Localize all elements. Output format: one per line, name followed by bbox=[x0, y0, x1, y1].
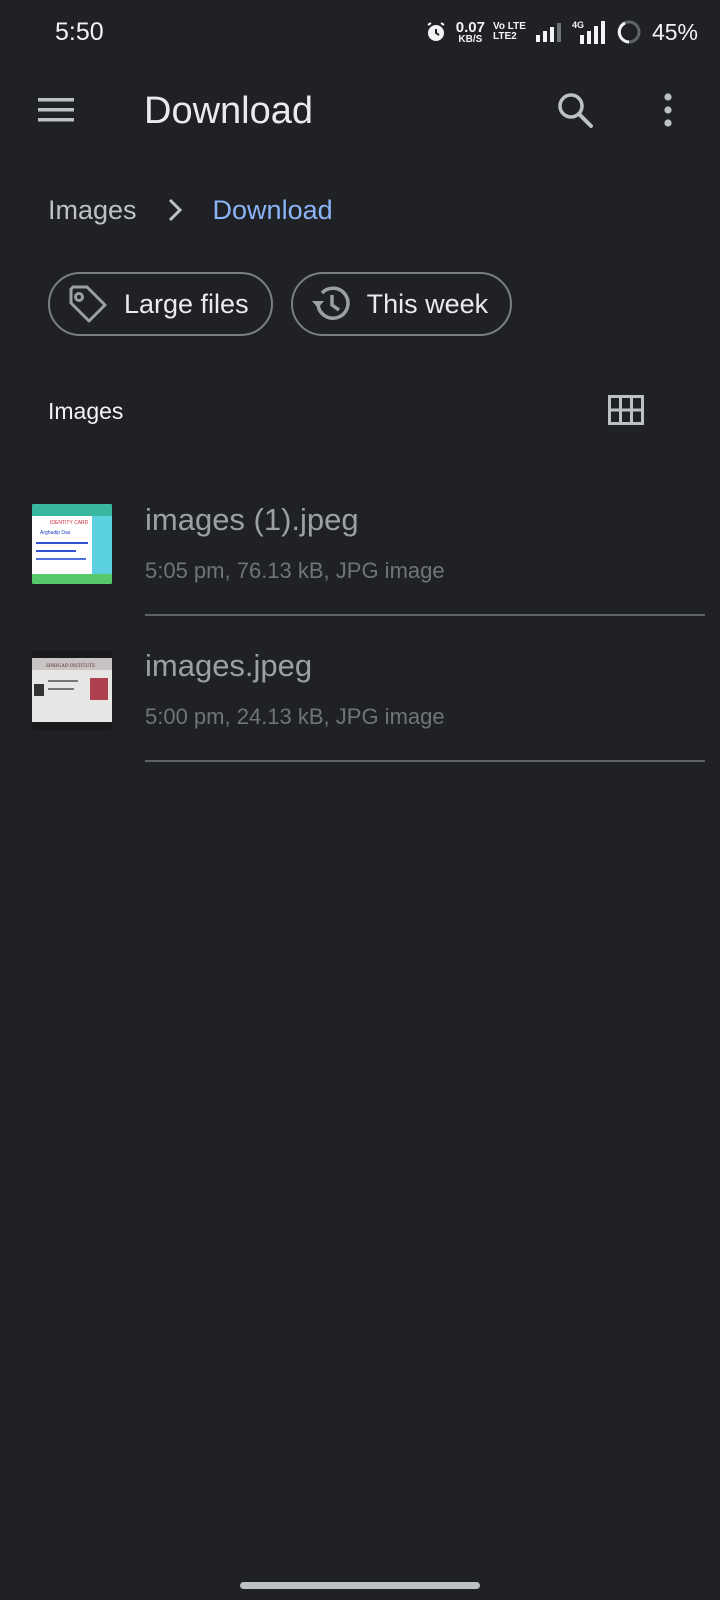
list-item[interactable]: SINHGAD INSTITUTE images.jpeg 5:00 pm, 2… bbox=[0, 648, 720, 796]
status-icons: 0.07 KB/S Vo LTE LTE2 4G 45% bbox=[424, 14, 698, 50]
svg-text:4G: 4G bbox=[572, 20, 584, 30]
chip-large-files[interactable]: Large files bbox=[48, 272, 273, 336]
filter-chips: Large files This week bbox=[48, 272, 513, 336]
menu-button[interactable] bbox=[26, 84, 86, 140]
section-title: Images bbox=[48, 398, 124, 424]
volte-bottom: LTE2 bbox=[492, 31, 517, 42]
divider bbox=[145, 614, 705, 616]
breadcrumb-images[interactable]: Images bbox=[48, 195, 137, 226]
chip-label: This week bbox=[366, 288, 489, 319]
chevron-right-icon bbox=[137, 197, 213, 223]
grid-view-icon bbox=[608, 394, 644, 430]
breadcrumb-download[interactable]: Download bbox=[213, 195, 333, 226]
file-meta: 5:00 pm, 24.13 kB, JPG image bbox=[145, 704, 445, 729]
hamburger-menu-icon bbox=[37, 96, 75, 129]
list-item[interactable]: IDENTITY CARD Arghadip Das images (1).jp… bbox=[0, 502, 720, 650]
file-thumbnail: IDENTITY CARD Arghadip Das bbox=[32, 504, 112, 584]
more-vert-icon bbox=[663, 92, 673, 132]
thumb-text: SINHGAD INSTITUTE bbox=[46, 664, 95, 669]
file-thumbnail: SINHGAD INSTITUTE bbox=[32, 650, 112, 730]
gesture-nav-handle[interactable] bbox=[240, 1582, 480, 1589]
app-bar: Download bbox=[0, 70, 720, 154]
signal-2-icon: 4G bbox=[572, 19, 608, 45]
signal-1-icon bbox=[534, 21, 564, 43]
volte-indicator: Vo LTE LTE2 bbox=[493, 22, 526, 42]
thumb-text: Arghadip Das bbox=[40, 530, 71, 536]
chip-label: Large files bbox=[124, 288, 249, 319]
status-bar: 5:50 0.07 KB/S Vo LTE LTE2 4G 45% bbox=[0, 0, 720, 64]
more-options-button[interactable] bbox=[640, 84, 696, 140]
status-time: 5:50 bbox=[55, 18, 104, 46]
file-name: images (1).jpeg bbox=[145, 502, 359, 537]
history-icon bbox=[309, 282, 353, 326]
screen: 5:50 0.07 KB/S Vo LTE LTE2 4G 45% Downlo… bbox=[0, 0, 720, 1600]
net-speed-unit: KB/S bbox=[458, 33, 483, 45]
search-button[interactable] bbox=[547, 84, 603, 140]
divider bbox=[145, 760, 705, 762]
chip-this-week[interactable]: This week bbox=[290, 272, 513, 336]
search-icon bbox=[556, 91, 594, 134]
page-title: Download bbox=[144, 90, 313, 132]
battery-ring-icon bbox=[616, 19, 642, 45]
alarm-icon bbox=[424, 20, 448, 44]
grid-view-toggle[interactable] bbox=[600, 386, 652, 438]
net-speed-value: 0.07 bbox=[455, 18, 485, 36]
file-name: images.jpeg bbox=[145, 648, 313, 683]
net-speed: 0.07 KB/S bbox=[456, 20, 485, 45]
breadcrumb: Images Download bbox=[48, 186, 333, 234]
file-meta: 5:05 pm, 76.13 kB, JPG image bbox=[145, 558, 445, 583]
thumb-text: IDENTITY CARD bbox=[50, 520, 89, 526]
tag-icon bbox=[66, 282, 110, 326]
battery-percent: 45% bbox=[651, 18, 698, 45]
